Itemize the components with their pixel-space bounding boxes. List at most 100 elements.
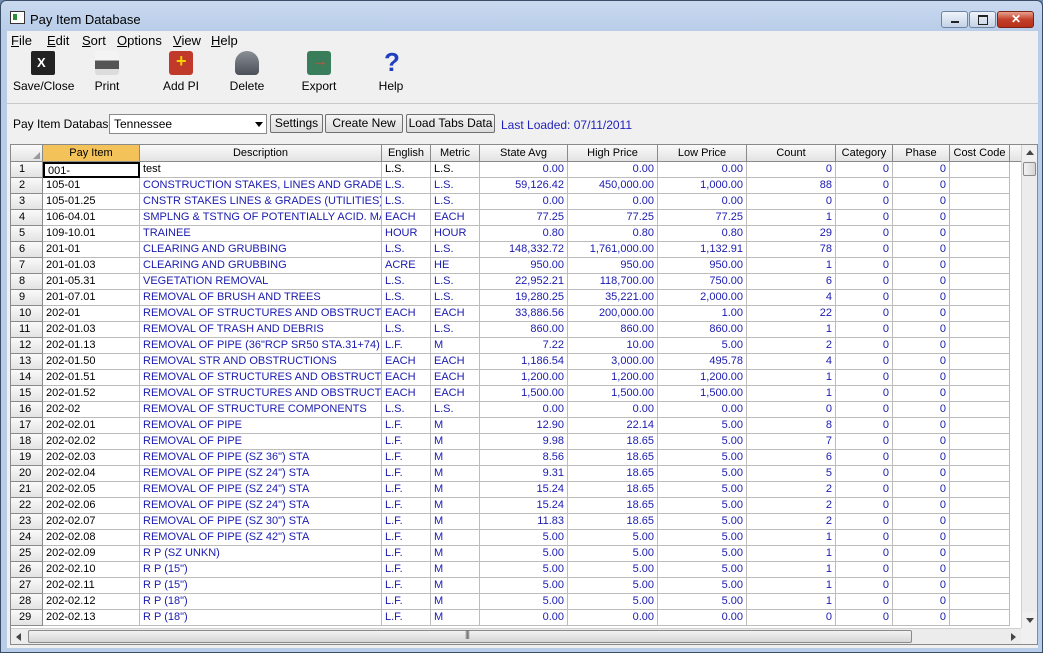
cell-count[interactable]: 1 [747, 578, 836, 594]
cell-description[interactable]: REMOVAL OF STRUCTURES AND OBSTRUCTI [140, 370, 382, 386]
row-number[interactable]: 2 [11, 178, 43, 194]
save-close-button[interactable]: Save/Close [13, 51, 74, 93]
cell-english[interactable]: L.F. [382, 434, 431, 450]
row-number[interactable]: 21 [11, 482, 43, 498]
cell-state-avg[interactable]: 5.00 [480, 530, 568, 546]
cell-low-price[interactable]: 5.00 [658, 418, 747, 434]
cell-state-avg[interactable]: 0.00 [480, 610, 568, 626]
row-number[interactable]: 1 [11, 162, 43, 178]
table-row[interactable]: 3 105-01.25 CNSTR STAKES LINES & GRADES (U… [11, 194, 1021, 210]
row-number[interactable]: 22 [11, 498, 43, 514]
cell-count[interactable]: 2 [747, 482, 836, 498]
cell-phase[interactable]: 0 [893, 258, 950, 274]
cell-count[interactable]: 78 [747, 242, 836, 258]
cell-category[interactable]: 0 [836, 178, 893, 194]
cell-cost-code[interactable] [950, 594, 1010, 610]
row-number[interactable]: 26 [11, 562, 43, 578]
cell-metric[interactable]: M [431, 418, 480, 434]
horizontal-scrollbar[interactable] [11, 628, 1021, 644]
cell-state-avg[interactable]: 8.56 [480, 450, 568, 466]
cell-high-price[interactable]: 860.00 [568, 322, 658, 338]
cell-english[interactable]: L.F. [382, 578, 431, 594]
cell-cost-code[interactable] [950, 418, 1010, 434]
create-new-button[interactable]: Create New [325, 114, 403, 133]
cell-category[interactable]: 0 [836, 498, 893, 514]
table-row[interactable]: 2 105-01 CONSTRUCTION STAKES, LINES AND GR… [11, 178, 1021, 194]
cell-category[interactable]: 0 [836, 578, 893, 594]
column-header-category[interactable]: Category [836, 145, 893, 161]
cell-pay-item[interactable]: 202-02.08 [43, 530, 140, 546]
cell-cost-code[interactable] [950, 162, 1010, 178]
cell-description[interactable]: CLEARING AND GRUBBING [140, 258, 382, 274]
maximize-button[interactable] [969, 11, 996, 28]
row-number[interactable]: 15 [11, 386, 43, 402]
row-number[interactable]: 6 [11, 242, 43, 258]
table-row[interactable]: 8 201-05.31 VEGETATION REMOVAL L.S. L.S. 22,9… [11, 274, 1021, 290]
cell-english[interactable]: HOUR [382, 226, 431, 242]
cell-english[interactable]: L.S. [382, 290, 431, 306]
cell-count[interactable]: 1 [747, 210, 836, 226]
cell-category[interactable]: 0 [836, 434, 893, 450]
cell-category[interactable]: 0 [836, 274, 893, 290]
cell-pay-item[interactable]: 202-02.12 [43, 594, 140, 610]
cell-state-avg[interactable]: 77.25 [480, 210, 568, 226]
table-row[interactable]: 20 202-02.04 REMOVAL OF PIPE (SZ 24") STA L… [11, 466, 1021, 482]
row-number[interactable]: 25 [11, 546, 43, 562]
column-header-high-price[interactable]: High Price [568, 145, 658, 161]
cell-metric[interactable]: HE [431, 258, 480, 274]
table-row[interactable]: 23 202-02.07 REMOVAL OF PIPE (SZ 30") STA L… [11, 514, 1021, 530]
cell-english[interactable]: EACH [382, 370, 431, 386]
cell-pay-item[interactable]: 202-01.52 [43, 386, 140, 402]
cell-count[interactable]: 5 [747, 466, 836, 482]
cell-english[interactable]: L.F. [382, 546, 431, 562]
cell-cost-code[interactable] [950, 322, 1010, 338]
cell-metric[interactable]: EACH [431, 306, 480, 322]
cell-category[interactable]: 0 [836, 370, 893, 386]
cell-english[interactable]: L.S. [382, 402, 431, 418]
cell-cost-code[interactable] [950, 610, 1010, 626]
menu-file[interactable]: File [11, 33, 32, 48]
cell-english[interactable]: EACH [382, 386, 431, 402]
cell-state-avg[interactable]: 0.00 [480, 162, 568, 178]
cell-count[interactable]: 29 [747, 226, 836, 242]
cell-high-price[interactable]: 3,000.00 [568, 354, 658, 370]
table-row[interactable]: 10 202-01 REMOVAL OF STRUCTURES AND OBSTRU… [11, 306, 1021, 322]
cell-low-price[interactable]: 0.80 [658, 226, 747, 242]
cell-phase[interactable]: 0 [893, 226, 950, 242]
table-row[interactable]: 16 202-02 REMOVAL OF STRUCTURE COMPONENTS L… [11, 402, 1021, 418]
cell-phase[interactable]: 0 [893, 514, 950, 530]
cell-phase[interactable]: 0 [893, 450, 950, 466]
cell-high-price[interactable]: 200,000.00 [568, 306, 658, 322]
row-number[interactable]: 20 [11, 466, 43, 482]
cell-low-price[interactable]: 5.00 [658, 466, 747, 482]
cell-count[interactable]: 1 [747, 386, 836, 402]
help-button[interactable]: Help [373, 47, 409, 93]
cell-category[interactable]: 0 [836, 466, 893, 482]
table-row[interactable]: 12 202-01.13 REMOVAL OF PIPE (36"RCP SR50 … [11, 338, 1021, 354]
cell-cost-code[interactable] [950, 258, 1010, 274]
cell-phase[interactable]: 0 [893, 242, 950, 258]
vertical-scrollbar[interactable] [1021, 145, 1037, 628]
cell-low-price[interactable]: 5.00 [658, 450, 747, 466]
table-row[interactable]: 13 202-01.50 REMOVAL STR AND OBSTRUCTIONS E… [11, 354, 1021, 370]
cell-phase[interactable]: 0 [893, 482, 950, 498]
cell-high-price[interactable]: 22.14 [568, 418, 658, 434]
row-number[interactable]: 9 [11, 290, 43, 306]
cell-cost-code[interactable] [950, 402, 1010, 418]
cell-english[interactable]: L.S. [382, 274, 431, 290]
cell-pay-item[interactable]: 202-01 [43, 306, 140, 322]
cell-count[interactable]: 4 [747, 290, 836, 306]
cell-state-avg[interactable]: 33,886.56 [480, 306, 568, 322]
cell-phase[interactable]: 0 [893, 178, 950, 194]
column-header-metric[interactable]: Metric [431, 145, 480, 161]
cell-pay-item[interactable]: 202-02.09 [43, 546, 140, 562]
cell-high-price[interactable]: 18.65 [568, 498, 658, 514]
cell-category[interactable]: 0 [836, 610, 893, 626]
column-header-description[interactable]: Description [140, 145, 382, 161]
cell-count[interactable]: 22 [747, 306, 836, 322]
cell-category[interactable]: 0 [836, 402, 893, 418]
cell-pay-item[interactable]: 001- [43, 162, 140, 178]
column-header-low-price[interactable]: Low Price [658, 145, 747, 161]
menu-sort[interactable]: Sort [82, 33, 106, 48]
cell-state-avg[interactable]: 9.98 [480, 434, 568, 450]
